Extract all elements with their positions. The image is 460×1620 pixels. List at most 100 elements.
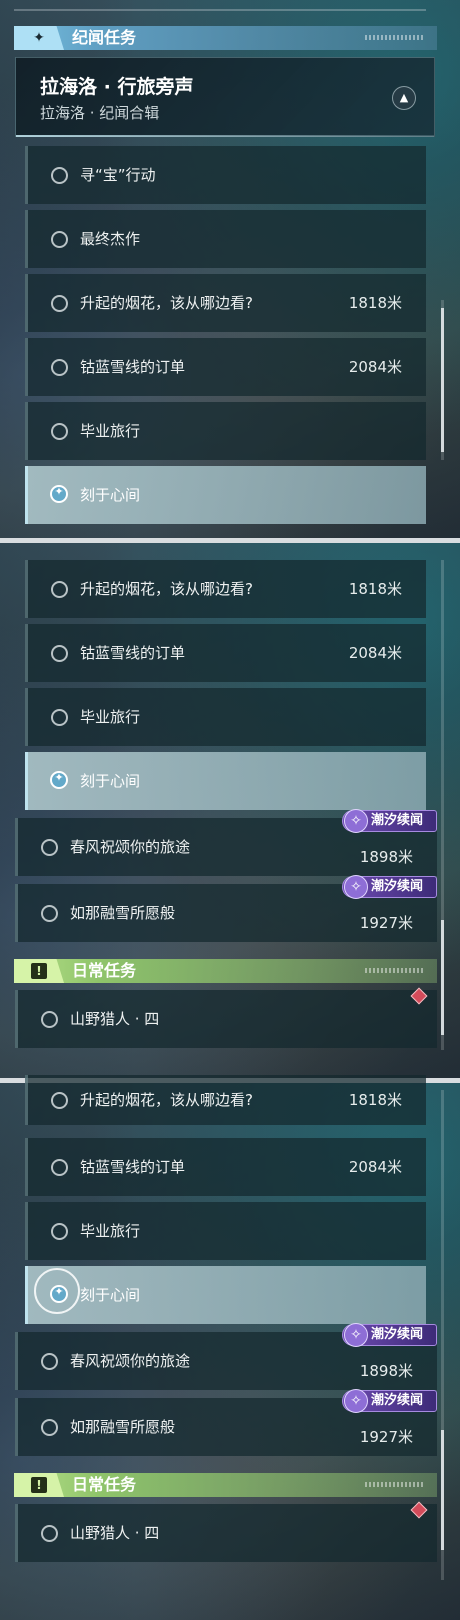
radio-circle-icon (41, 1353, 58, 1370)
quest-item[interactable]: 毕业旅行 (25, 688, 426, 746)
section-title: 日常任务 (72, 1475, 137, 1494)
radio-circle-icon (51, 581, 68, 598)
radio-circle-icon (41, 839, 58, 856)
chapter-title: 拉海洛 · 行旅旁声 (40, 76, 194, 98)
quest-item[interactable]: 山野猎人 · 四 (15, 987, 437, 1048)
tide-swirl-icon: ✧ (344, 875, 368, 899)
quest-item[interactable]: 寻“宝”行动 (25, 146, 426, 204)
radio-circle-icon (41, 1525, 58, 1542)
radio-circle-icon (41, 1011, 58, 1028)
daily-quest-section-header[interactable]: ! 日常任务 (14, 1473, 437, 1497)
quest-label: 山野猎人 · 四 (70, 1010, 160, 1028)
radio-circle-icon (51, 359, 68, 376)
radio-circle-icon (51, 1092, 68, 1109)
quest-label: 毕业旅行 (80, 422, 141, 440)
radio-circle-icon (51, 1159, 68, 1176)
radio-circle-icon (51, 231, 68, 248)
radio-circle-icon (51, 423, 68, 440)
quest-label: 升起的烟花，该从哪边看? (80, 1091, 253, 1109)
quest-distance: 2084米 (348, 1158, 402, 1176)
quest-label: 山野猎人 · 四 (70, 1524, 160, 1542)
quest-label: 如那融雪所愿般 (70, 1418, 176, 1436)
quest-item[interactable]: 春风祝颂你的旅途 1898米 ✧ 潮汐续闻 (15, 809, 437, 876)
scrollbar[interactable] (441, 560, 444, 1050)
exclamation-icon: ! (31, 963, 47, 979)
tide-badge-label: 潮汐续闻 (371, 879, 424, 894)
quest-label: 钴蓝雪线的订单 (80, 1158, 186, 1176)
quest-item[interactable]: 最终杰作 (25, 210, 426, 268)
collapse-chevron-icon[interactable]: ▲ (392, 86, 416, 110)
tracking-target-icon (50, 485, 68, 503)
quest-distance: 1818米 (348, 1091, 402, 1109)
quest-item-tracked[interactable]: 刻于心间 (25, 752, 426, 810)
radio-circle-icon (41, 1419, 58, 1436)
scrollbar[interactable] (441, 300, 444, 460)
radio-circle-icon (41, 905, 58, 922)
quest-distance: 1927米 (359, 914, 413, 932)
radio-circle-icon (51, 1223, 68, 1240)
tide-badge: ✧ 潮汐续闻 (342, 875, 437, 899)
chapter-card[interactable]: 拉海洛 · 行旅旁声 拉海洛 · 纪闻合辑 ▲ (15, 57, 435, 137)
section-title: 纪闻任务 (72, 28, 137, 47)
quest-label: 春风祝颂你的旅途 (70, 1352, 191, 1370)
decorative-stripes (365, 968, 425, 973)
scrollbar-thumb[interactable] (441, 920, 444, 1035)
scrollbar[interactable] (441, 1090, 444, 1580)
quest-item[interactable]: 钴蓝雪线的订单 2084米 (25, 624, 426, 682)
tracking-target-icon (50, 771, 68, 789)
tide-badge: ✧ 潮汐续闻 (342, 1323, 437, 1347)
quest-item[interactable]: 钴蓝雪线的订单 2084米 (25, 1138, 426, 1196)
quest-item[interactable]: 升起的烟花，该从哪边看? 1818米 (25, 274, 426, 332)
radio-circle-icon (51, 295, 68, 312)
quest-item[interactable]: 升起的烟花，该从哪边看? 1818米 (25, 560, 426, 618)
quest-label: 如那融雪所愿般 (70, 904, 176, 922)
quest-item[interactable]: 如那融雪所愿般 1927米 ✧ 潮汐续闻 (15, 875, 437, 942)
tide-badge: ✧ 潮汐续闻 (342, 1389, 437, 1413)
quest-item[interactable]: 升起的烟花，该从哪边看? 1818米 (25, 1075, 426, 1125)
marker-diamond-icon (410, 987, 428, 1005)
quest-item[interactable]: 钴蓝雪线的订单 2084米 (25, 338, 426, 396)
quest-item[interactable]: 如那融雪所愿般 1927米 ✧ 潮汐续闻 (15, 1389, 437, 1456)
quest-distance: 2084米 (348, 358, 402, 376)
quest-label: 毕业旅行 (80, 1222, 141, 1240)
exclamation-icon: ! (31, 1477, 47, 1493)
quest-label: 刻于心间 (80, 1286, 141, 1304)
section-title: 日常任务 (72, 961, 137, 980)
quest-item-tracked[interactable]: 刻于心间 (25, 466, 426, 524)
quest-item[interactable]: 毕业旅行 (25, 1202, 426, 1260)
tide-badge-label: 潮汐续闻 (371, 813, 424, 828)
quest-label: 钴蓝雪线的订单 (80, 358, 186, 376)
quest-label: 春风祝颂你的旅途 (70, 838, 191, 856)
quest-distance: 2084米 (348, 644, 402, 662)
tide-swirl-icon: ✧ (344, 1323, 368, 1347)
daily-quest-section-header[interactable]: ! 日常任务 (14, 959, 437, 983)
tide-swirl-icon: ✧ (344, 1389, 368, 1413)
quest-label: 刻于心间 (80, 772, 141, 790)
quest-item[interactable]: 山野猎人 · 四 (15, 1501, 437, 1562)
quest-distance: 1818米 (348, 294, 402, 312)
decorative-stripes (365, 35, 425, 40)
quest-distance: 1927米 (359, 1428, 413, 1446)
quest-item-tracked[interactable]: 刻于心间 (25, 1266, 426, 1324)
quest-item[interactable]: 毕业旅行 (25, 402, 426, 460)
quest-label: 升起的烟花，该从哪边看? (80, 294, 253, 312)
scrollbar-thumb[interactable] (441, 1430, 444, 1550)
quest-label: 寻“宝”行动 (80, 166, 156, 184)
radio-circle-icon (51, 709, 68, 726)
chapter-subtitle: 拉海洛 · 纪闻合辑 (40, 104, 160, 122)
quest-label: 升起的烟花，该从哪边看? (80, 580, 253, 598)
tide-swirl-icon: ✧ (344, 809, 368, 833)
scrollbar-thumb[interactable] (441, 308, 444, 452)
list-top-edge (14, 9, 426, 11)
touch-highlight-ring (34, 1268, 80, 1314)
quest-label: 钴蓝雪线的订单 (80, 644, 186, 662)
tide-badge-label: 潮汐续闻 (371, 1327, 424, 1342)
quest-label: 刻于心间 (80, 486, 141, 504)
quest-item[interactable]: 春风祝颂你的旅途 1898米 ✧ 潮汐续闻 (15, 1323, 437, 1390)
decorative-stripes (365, 1482, 425, 1487)
radio-circle-icon (51, 645, 68, 662)
story-quest-section-header[interactable]: ✦ 纪闻任务 (14, 26, 437, 50)
tide-badge-label: 潮汐续闻 (371, 1393, 424, 1408)
sparkle-icon: ✦ (33, 30, 45, 46)
quest-label: 最终杰作 (80, 230, 141, 248)
